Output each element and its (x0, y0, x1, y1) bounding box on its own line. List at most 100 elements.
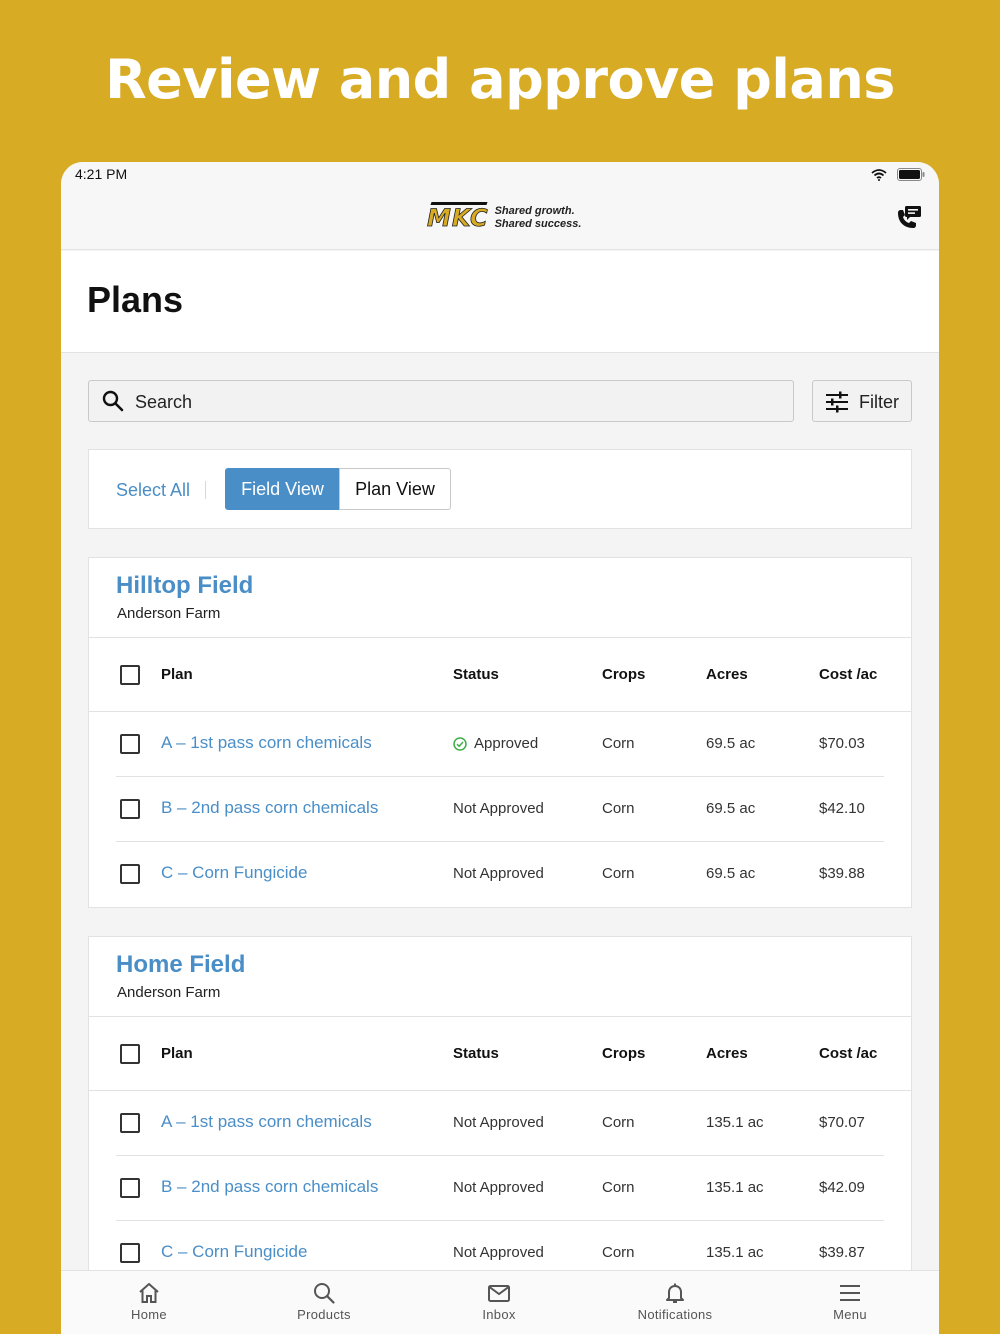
row-checkbox[interactable] (120, 734, 140, 754)
field-view-toggle[interactable]: Field View (225, 468, 340, 510)
crop-cell: Corn (602, 735, 635, 752)
status-icons (871, 168, 925, 181)
status-cell: Approved (453, 735, 538, 752)
row-checkbox[interactable] (120, 1243, 140, 1263)
app-header: MKC Shared growth. Shared success. (61, 188, 939, 250)
row-checkbox[interactable] (120, 864, 140, 884)
logo-tagline-line-2: Shared success. (494, 218, 582, 230)
battery-icon (897, 168, 925, 181)
crop-cell: Corn (602, 800, 635, 817)
bottom-tab-bar: Home Products Inbox Notifications Menu (61, 1270, 939, 1334)
select-all-checkbox[interactable] (120, 1044, 140, 1064)
acres-cell: 135.1 ac (706, 1244, 764, 1261)
view-controls: Select All Field View Plan View (88, 449, 912, 529)
table-row[interactable]: A – 1st pass corn chemicals Not Approved… (89, 1091, 911, 1156)
tune-icon (826, 391, 848, 413)
tab-home[interactable]: Home (89, 1281, 209, 1322)
row-checkbox[interactable] (120, 1113, 140, 1133)
page-title-bar: Plans (61, 251, 939, 353)
acres-cell: 135.1 ac (706, 1114, 764, 1131)
table-row[interactable]: A – 1st pass corn chemicals Approved Cor… (89, 712, 911, 777)
table-row[interactable]: B – 2nd pass corn chemicals Not Approved… (89, 777, 911, 842)
search-placeholder: Search (135, 392, 193, 412)
cost-cell: $70.07 (819, 1114, 865, 1131)
column-plan: Plan (161, 1045, 193, 1062)
column-status: Status (453, 1045, 499, 1062)
search-icon (314, 1283, 335, 1304)
tablet-screen: 4:21 PM MKC Shared growth. Shared succes… (61, 162, 939, 1334)
status-cell: Not Approved (453, 1114, 544, 1131)
plan-view-toggle[interactable]: Plan View (339, 468, 451, 510)
contact-support-icon[interactable] (893, 204, 923, 234)
search-icon (102, 390, 124, 412)
row-checkbox[interactable] (120, 799, 140, 819)
tab-label: Home (131, 1307, 167, 1322)
crop-cell: Corn (602, 1244, 635, 1261)
status-time: 4:21 PM (75, 166, 128, 182)
acres-cell: 69.5 ac (706, 800, 756, 817)
tab-label: Menu (833, 1307, 867, 1322)
status-cell: Not Approved (453, 800, 544, 817)
tab-label: Products (297, 1307, 351, 1322)
status-text: Approved (474, 735, 539, 752)
column-cost: Cost /ac (819, 666, 878, 683)
column-acres: Acres (706, 1045, 748, 1062)
cost-cell: $70.03 (819, 735, 865, 752)
cost-cell: $42.10 (819, 800, 865, 817)
select-all-checkbox[interactable] (120, 665, 140, 685)
tab-inbox[interactable]: Inbox (439, 1281, 559, 1322)
table-header: Plan Status Crops Acres Cost /ac (89, 1017, 911, 1091)
plan-link[interactable]: C – Corn Fungicide (161, 1242, 307, 1262)
field-card: Home Field Anderson Farm Plan Status Cro… (88, 936, 912, 1287)
table-row[interactable]: C – Corn Fungicide Not Approved Corn 69.… (89, 842, 911, 907)
divider (205, 481, 206, 499)
crop-cell: Corn (602, 1179, 635, 1196)
search-input[interactable]: Search (88, 380, 794, 422)
filter-button[interactable]: Filter (812, 380, 912, 422)
home-icon (139, 1283, 159, 1303)
cost-cell: $42.09 (819, 1179, 865, 1196)
plan-link[interactable]: A – 1st pass corn chemicals (161, 733, 372, 753)
status-cell: Not Approved (453, 865, 544, 882)
column-status: Status (453, 666, 499, 683)
farm-name: Anderson Farm (117, 984, 221, 1001)
column-cost: Cost /ac (819, 1045, 878, 1062)
column-acres: Acres (706, 666, 748, 683)
plan-link[interactable]: A – 1st pass corn chemicals (161, 1112, 372, 1132)
acres-cell: 69.5 ac (706, 865, 756, 882)
farm-name: Anderson Farm (117, 605, 221, 622)
cost-cell: $39.87 (819, 1244, 865, 1261)
mail-icon (488, 1285, 510, 1302)
menu-icon (840, 1285, 860, 1301)
promo-headline: Review and approve plans (105, 48, 895, 111)
table-row[interactable]: B – 2nd pass corn chemicals Not Approved… (89, 1156, 911, 1221)
column-plan: Plan (161, 666, 193, 683)
field-header: Home Field Anderson Farm (89, 937, 911, 1017)
wifi-icon (871, 168, 887, 181)
tab-notifications[interactable]: Notifications (615, 1281, 735, 1322)
select-all-link[interactable]: Select All (116, 480, 190, 501)
crop-cell: Corn (602, 1114, 635, 1131)
status-cell: Not Approved (453, 1179, 544, 1196)
field-name[interactable]: Hilltop Field (116, 572, 253, 600)
check-circle-icon (453, 736, 467, 751)
field-card: Hilltop Field Anderson Farm Plan Status … (88, 557, 912, 908)
bell-icon (666, 1283, 684, 1303)
column-crops: Crops (602, 1045, 646, 1062)
field-name[interactable]: Home Field (116, 951, 245, 979)
page-title: Plans (87, 279, 184, 320)
logo-tagline-line-1: Shared growth. (494, 205, 575, 217)
tab-menu[interactable]: Menu (790, 1281, 910, 1322)
column-crops: Crops (602, 666, 646, 683)
table-header: Plan Status Crops Acres Cost /ac (89, 638, 911, 712)
mkc-logo[interactable]: MKC Shared growth. Shared success. (427, 201, 582, 235)
tab-products[interactable]: Products (264, 1281, 384, 1322)
plan-link[interactable]: B – 2nd pass corn chemicals (161, 1177, 378, 1197)
row-checkbox[interactable] (120, 1178, 140, 1198)
plan-link[interactable]: B – 2nd pass corn chemicals (161, 798, 378, 818)
acres-cell: 69.5 ac (706, 735, 756, 752)
plan-link[interactable]: C – Corn Fungicide (161, 863, 307, 883)
filter-label: Filter (859, 392, 899, 412)
status-cell: Not Approved (453, 1244, 544, 1261)
crop-cell: Corn (602, 865, 635, 882)
